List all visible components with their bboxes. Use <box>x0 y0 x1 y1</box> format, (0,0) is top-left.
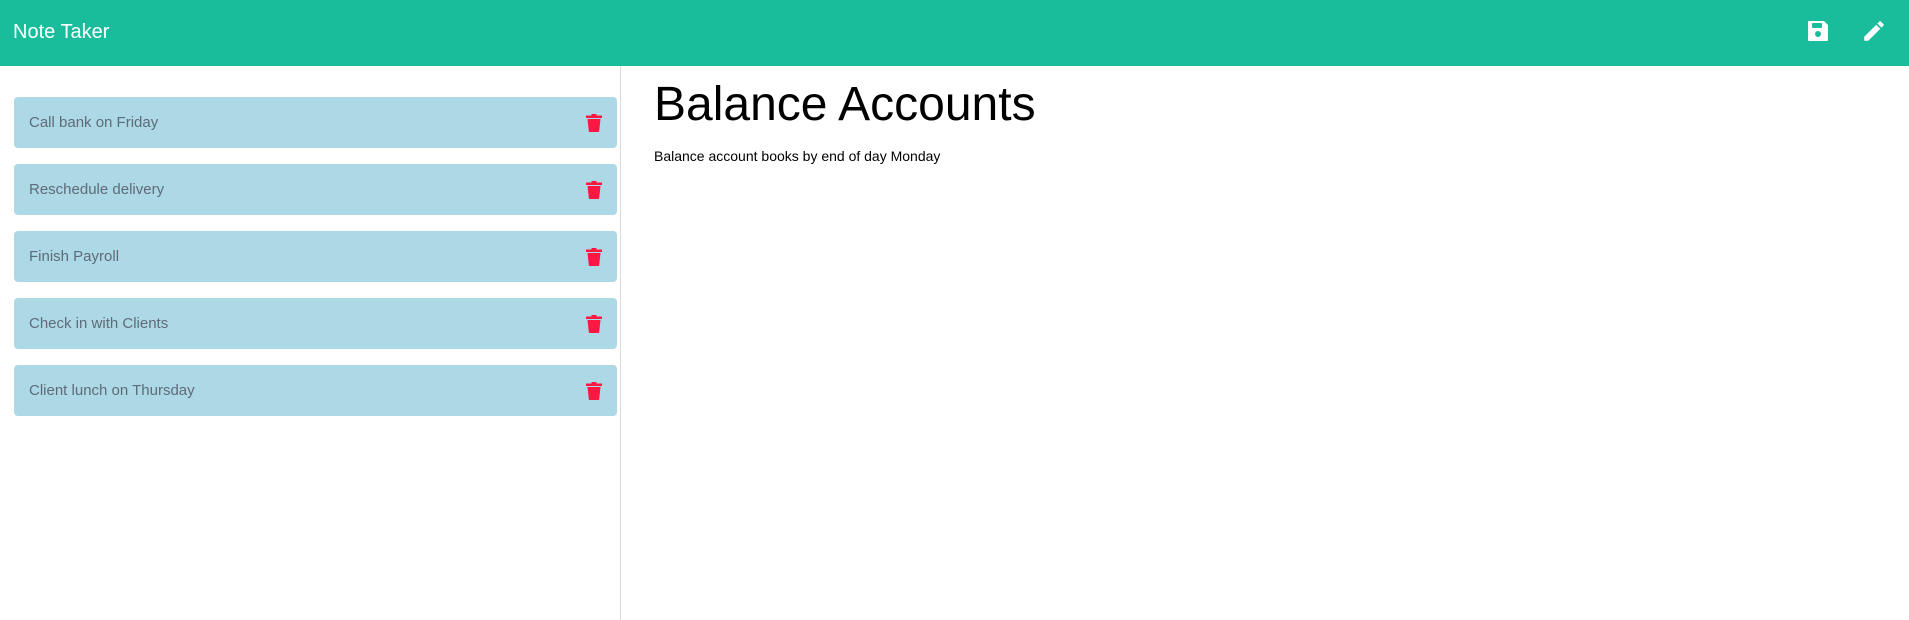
trash-icon[interactable] <box>586 181 602 199</box>
notes-sidebar: Call bank on Friday Reschedule delivery … <box>0 66 621 620</box>
navbar: Note Taker <box>0 0 1909 66</box>
trash-icon[interactable] <box>586 382 602 400</box>
note-list-item[interactable]: Check in with Clients <box>14 298 617 349</box>
trash-icon[interactable] <box>586 114 602 132</box>
note-list-item-title: Call bank on Friday <box>29 114 159 131</box>
note-list-item-title: Check in with Clients <box>29 315 169 332</box>
note-list-item-title: Reschedule delivery <box>29 181 165 198</box>
note-list-item[interactable]: Call bank on Friday <box>14 97 617 148</box>
note-title-field[interactable]: Balance Accounts <box>654 76 1036 134</box>
trash-icon[interactable] <box>586 315 602 333</box>
note-list-item[interactable]: Finish Payroll <box>14 231 617 282</box>
note-list-item-title: Client lunch on Thursday <box>29 382 195 399</box>
pencil-icon <box>1864 21 1884 41</box>
trash-icon[interactable] <box>586 248 602 266</box>
note-text-field[interactable]: Balance account books by end of day Mond… <box>654 147 940 165</box>
save-note-button[interactable] <box>1803 16 1833 46</box>
note-editor: Balance Accounts Balance account books b… <box>622 66 1909 620</box>
new-note-button[interactable] <box>1859 16 1889 46</box>
note-list-item-title: Finish Payroll <box>29 248 120 265</box>
save-icon <box>1808 21 1828 41</box>
note-list-item[interactable]: Client lunch on Thursday <box>14 365 617 416</box>
note-list-item[interactable]: Reschedule delivery <box>14 164 617 215</box>
app-title[interactable]: Note Taker <box>13 20 109 44</box>
